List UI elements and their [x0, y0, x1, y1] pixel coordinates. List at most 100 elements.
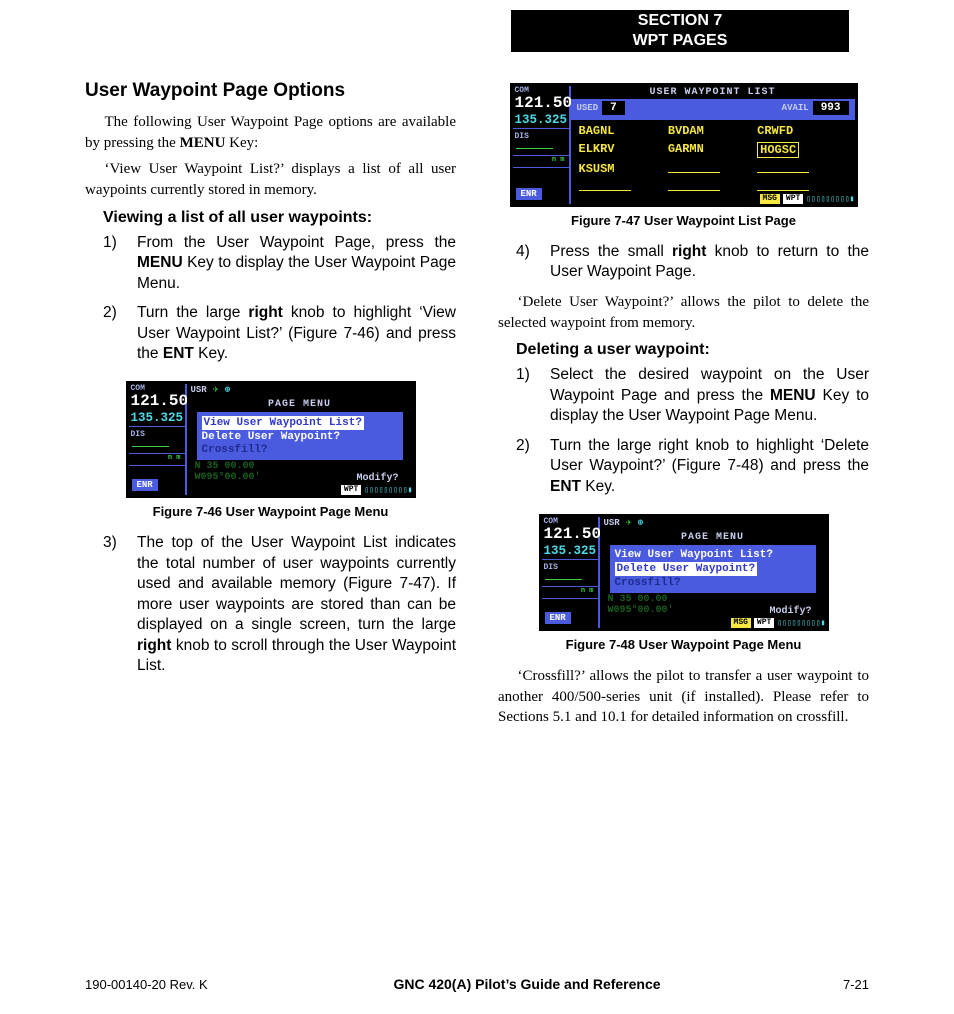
- device-left-panel: COM 121.500 135.325 DIS n m ENR: [542, 517, 600, 628]
- modify-label: Modify?: [356, 473, 412, 484]
- msg-badge: MSG: [731, 618, 751, 628]
- deleting-subtitle: Deleting a user waypoint:: [516, 341, 869, 359]
- waypoint-cell-empty: [668, 180, 720, 191]
- active-freq: 121.500: [129, 393, 185, 411]
- waypoint-cell: KSUSM: [579, 162, 668, 176]
- figure-7-47-caption: Figure 7-47 User Waypoint List Page: [498, 213, 869, 228]
- figure-7-48: COM 121.500 135.325 DIS n m ENR USR✈⊕ PA…: [498, 511, 869, 652]
- viewing-subtitle: Viewing a list of all user waypoints:: [103, 209, 456, 227]
- menu-item-view-list: View User Waypoint List?: [615, 549, 811, 561]
- gps-device-fig48: COM 121.500 135.325 DIS n m ENR USR✈⊕ PA…: [539, 514, 829, 631]
- device-main-screen: USR✈⊕ PAGE MENU View User Waypoint List?…: [600, 517, 826, 628]
- figure-7-46-caption: Figure 7-46 User Waypoint Page Menu: [85, 504, 456, 519]
- waypoint-cell: GARMN: [668, 142, 757, 158]
- avail-label: AVAIL: [782, 103, 809, 113]
- nm-unit: n m: [542, 587, 598, 595]
- page-ticks: ▯▯▯▯▯▯▯▯▯▮: [777, 618, 825, 628]
- doc-number: 190-00140-20 Rev. K: [85, 977, 245, 992]
- menu-item-delete: Delete User Waypoint?: [202, 431, 398, 443]
- nm-unit: n m: [129, 454, 185, 462]
- device-left-panel: COM 121.500 135.325 DIS n m ENR: [129, 384, 187, 495]
- waypoint-cell: BVDAM: [668, 124, 757, 138]
- page-number: 7-21: [809, 977, 869, 992]
- waypoint-cell-empty: [757, 180, 809, 191]
- intro-paragraph-2: ‘View User Waypoint List?’ displays a li…: [85, 159, 456, 200]
- step-2: 2) Turn the large right knob to highligh…: [103, 303, 456, 364]
- delete-paragraph: ‘Delete User Waypoint?’ allows the pilot…: [498, 292, 869, 333]
- right-column: COM 121.500 135.325 DIS n m ENR USER WAY…: [498, 80, 869, 734]
- menu-item-delete: Delete User Waypoint?: [615, 562, 758, 576]
- modify-label: Modify?: [769, 606, 825, 617]
- gps-device-fig46: COM 121.500 135.325 DIS n m ENR USR✈⊕ PA…: [126, 381, 416, 498]
- device-main-screen: USR✈⊕ PAGE MENU View User Waypoint List?…: [187, 384, 413, 495]
- standby-freq: 135.325: [542, 544, 598, 560]
- del-step-1: 1) Select the desired waypoint on the Us…: [516, 365, 869, 426]
- wpt-badge: WPT: [754, 618, 774, 628]
- used-count: 7: [602, 101, 625, 115]
- avail-count: 993: [813, 101, 849, 115]
- page-menu-title: PAGE MENU: [187, 399, 413, 410]
- coord-lat: N 35 00.00: [600, 595, 826, 605]
- section-title: User Waypoint Page Options: [85, 80, 456, 102]
- nm-unit: n m: [513, 156, 569, 164]
- standby-freq: 135.325: [129, 411, 185, 427]
- waypoint-grid: BAGNL BVDAM CRWFD ELKRV GARMN HOGSC KSUS…: [571, 120, 855, 193]
- coord-lon: W095°00.00': [187, 473, 261, 483]
- plane-icon: ✈: [213, 384, 219, 396]
- dis-label: DIS: [542, 560, 598, 572]
- waypoint-cell-selected: HOGSC: [757, 142, 846, 158]
- usr-label: USR: [604, 518, 620, 528]
- viewing-steps-cont: 3) The top of the User Waypoint List ind…: [103, 533, 456, 676]
- left-column: User Waypoint Page Options The following…: [85, 80, 456, 734]
- header-line-1: SECTION 7: [511, 11, 849, 31]
- viewing-steps: 1) From the User Waypoint Page, press th…: [103, 233, 456, 365]
- step-4: 4) Press the small right knob to return …: [516, 242, 869, 283]
- figure-7-47: COM 121.500 135.325 DIS n m ENR USER WAY…: [498, 80, 869, 228]
- msg-badge: MSG: [760, 194, 780, 204]
- waypoint-list-title: USER WAYPOINT LIST: [571, 86, 855, 99]
- used-label: USED: [577, 103, 599, 113]
- viewing-steps-r: 4) Press the small right knob to return …: [516, 242, 869, 283]
- device-left-panel: COM 121.500 135.325 DIS n m ENR: [513, 86, 571, 204]
- page-ticks: ▯▯▯▯▯▯▯▯▯▮: [364, 485, 412, 495]
- page-header-band: SECTION 7 WPT PAGES: [511, 10, 849, 52]
- device-main-screen: USER WAYPOINT LIST USED 7 AVAIL 993 BAGN…: [571, 86, 855, 204]
- header-line-2: WPT PAGES: [511, 31, 849, 51]
- waypoint-cell: CRWFD: [757, 124, 846, 138]
- figure-7-48-caption: Figure 7-48 User Waypoint Page Menu: [498, 637, 869, 652]
- waypoint-cell-empty: [757, 162, 809, 173]
- gps-device-fig47: COM 121.500 135.325 DIS n m ENR USER WAY…: [510, 83, 858, 207]
- menu-key-ref: MENU: [180, 135, 226, 151]
- dis-label: DIS: [513, 129, 569, 141]
- coord-lat: N 35 00.00: [187, 462, 413, 472]
- menu-item-crossfill: Crossfill?: [202, 444, 398, 456]
- deleting-steps: 1) Select the desired waypoint on the Us…: [516, 365, 869, 497]
- enr-label: ENR: [132, 479, 158, 491]
- dis-label: DIS: [129, 427, 185, 439]
- waypoint-cell-empty: [668, 162, 720, 173]
- wpt-badge: WPT: [783, 194, 803, 204]
- standby-freq: 135.325: [513, 113, 569, 129]
- plane-icon: ✈: [626, 517, 632, 529]
- menu-item-view-list: View User Waypoint List?: [202, 416, 364, 430]
- usr-label: USR: [191, 385, 207, 395]
- active-freq: 121.500: [542, 526, 598, 544]
- waypoint-cell: ELKRV: [579, 142, 668, 158]
- doc-title: GNC 420(A) Pilot’s Guide and Reference: [393, 976, 660, 992]
- waypoint-cell: BAGNL: [579, 124, 668, 138]
- active-freq: 121.500: [513, 95, 569, 113]
- menu-item-crossfill: Crossfill?: [615, 577, 811, 589]
- crossfill-paragraph: ‘Crossfill?’ allows the pilot to transfe…: [498, 666, 869, 728]
- page-menu-box: View User Waypoint List? Delete User Way…: [610, 545, 816, 593]
- waypoint-list-header: USED 7 AVAIL 993: [571, 99, 855, 117]
- coord-lon: W095°00.00': [600, 606, 674, 616]
- page-menu-title: PAGE MENU: [600, 532, 826, 543]
- page-menu-box: View User Waypoint List? Delete User Way…: [197, 412, 403, 460]
- page-ticks: ▯▯▯▯▯▯▯▯▯▮: [806, 194, 854, 204]
- figure-7-46: COM 121.500 135.325 DIS n m ENR USR✈⊕ PA…: [85, 378, 456, 519]
- del-step-2: 2) Turn the large right knob to highligh…: [516, 436, 869, 497]
- step-3: 3) The top of the User Waypoint List ind…: [103, 533, 456, 676]
- page-content: User Waypoint Page Options The following…: [85, 80, 869, 734]
- waypoint-cell-empty: [579, 180, 631, 191]
- wpt-badge: WPT: [341, 485, 361, 495]
